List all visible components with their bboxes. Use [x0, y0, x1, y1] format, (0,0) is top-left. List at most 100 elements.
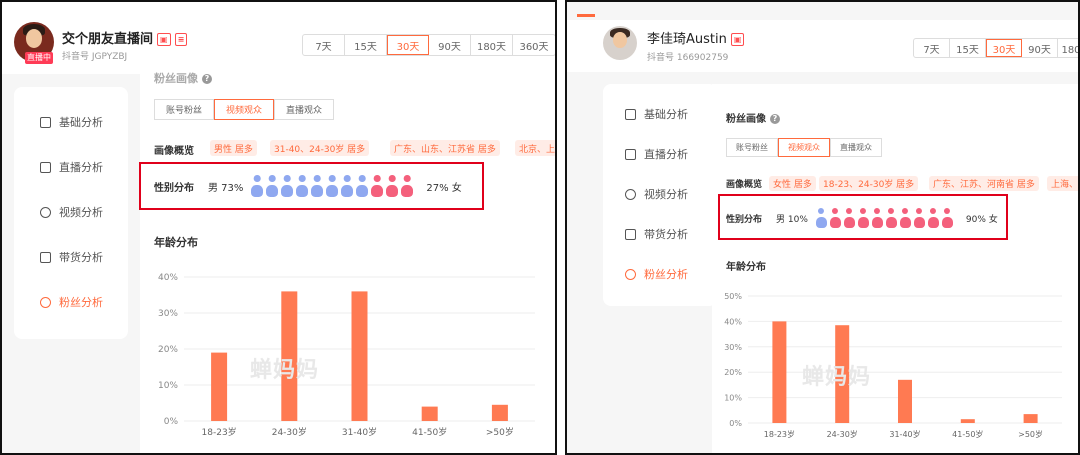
live-icon	[625, 148, 636, 160]
bar-18-23岁	[211, 352, 228, 421]
y-tick-label: 30%	[724, 343, 742, 352]
y-tick-label: 10%	[724, 394, 742, 403]
x-tick-label: 31-40岁	[342, 426, 377, 438]
sidebar-item-3[interactable]: 带货分析	[625, 226, 688, 242]
section-title: 粉丝画像?	[726, 110, 780, 125]
tab-0[interactable]: 账号粉丝	[154, 99, 214, 120]
x-tick-label: 41-50岁	[412, 426, 447, 438]
person-icon	[311, 175, 324, 197]
overview-pill-1: 18-23、24-30岁 居多	[819, 176, 919, 191]
sidebar-item-2[interactable]: 视频分析	[625, 186, 688, 202]
section-title-text: 粉丝画像	[726, 114, 766, 125]
gender-distribution: 性别分布 男 73% 27% 女	[154, 175, 462, 197]
audience-tabs: 账号粉丝 视频观众 直播观众	[726, 138, 882, 157]
range-0-button[interactable]: 7天	[914, 39, 950, 57]
y-tick-label: 20%	[724, 368, 742, 377]
y-tick-label: 30%	[158, 309, 178, 319]
section-title-text: 粉丝画像	[154, 72, 198, 85]
range-3-button[interactable]: 90天	[429, 35, 471, 55]
person-icon	[371, 175, 384, 197]
gender-label: 性别分布	[726, 214, 763, 225]
sidebar-item-label: 粉丝分析	[644, 268, 688, 281]
person-icon	[913, 208, 925, 228]
x-tick-label: 24-30岁	[827, 429, 858, 439]
sidebar-item-3[interactable]: 带货分析	[40, 249, 103, 265]
bar->50岁	[1023, 414, 1038, 423]
sidebar-item-1[interactable]: 直播分析	[40, 159, 103, 175]
help-icon[interactable]: ?	[202, 74, 212, 84]
sidebar-item-2[interactable]: 视频分析	[40, 204, 103, 220]
bar->50岁	[491, 404, 508, 421]
sidebar-item-label: 粉丝分析	[59, 296, 103, 309]
range-1-button[interactable]: 15天	[345, 35, 387, 55]
watermark: 蝉妈妈	[250, 358, 320, 383]
person-icon	[843, 208, 855, 228]
range-2-button[interactable]: 30天	[387, 35, 429, 55]
fan-analysis-content: 粉丝画像? 账号粉丝 视频观众 直播观众 画像概览 女性 居多 18-23、24-30…	[712, 84, 1078, 453]
person-icon	[266, 175, 279, 197]
range-5-button[interactable]: 360天	[513, 35, 555, 55]
section-title: 粉丝画像?	[154, 70, 212, 86]
person-icon	[927, 208, 939, 228]
range-0-button[interactable]: 7天	[303, 35, 345, 55]
bar-31-40岁	[898, 379, 912, 423]
audience-tabs: 账号粉丝 视频观众 直播观众	[154, 99, 334, 120]
sidebar: 基础分析直播分析视频分析带货分析粉丝分析	[603, 84, 717, 306]
sidebar-item-0[interactable]: 基础分析	[40, 114, 103, 130]
time-range-selector[interactable]: 7天 15天 30天 90天 180天 360天	[302, 34, 555, 56]
x-tick-label: >50岁	[1018, 429, 1043, 439]
sidebar-item-label: 基础分析	[59, 116, 103, 129]
x-tick-label: 41-50岁	[952, 429, 983, 439]
person-icon	[296, 175, 309, 197]
range-2-button[interactable]: 30天	[986, 39, 1022, 57]
x-tick-label: 18-23岁	[202, 426, 237, 438]
active-tab-indicator	[577, 14, 595, 17]
sidebar-item-0[interactable]: 基础分析	[625, 106, 688, 122]
sidebar-item-4[interactable]: 粉丝分析	[40, 294, 103, 310]
fan-analysis-content: 粉丝画像? 账号粉丝 视频观众 直播观众 画像概览 男性 居多 31-40、24-30…	[140, 72, 555, 453]
range-1-button[interactable]: 15天	[950, 39, 986, 57]
sidebar-item-label: 视频分析	[59, 206, 103, 219]
sidebar-item-label: 基础分析	[644, 108, 688, 121]
play-icon	[40, 206, 51, 218]
left-header: 直播中 交个朋友直播间 ▣ ≡ 抖音号 JGPYZBJ 7天 15天 30天 90天 180…	[2, 2, 555, 74]
male-percent: 男 73%	[208, 182, 244, 194]
male-percent: 男 10%	[776, 214, 808, 225]
user-icon	[625, 268, 636, 280]
tab-1[interactable]: 视频观众	[778, 138, 830, 157]
age-bar-chart: 40% 30% 20% 10% 0% 18-23岁 24-30岁 31-40岁 41-50岁 >5…	[158, 273, 535, 438]
person-icon	[941, 208, 953, 228]
tab-0[interactable]: 账号粉丝	[726, 138, 778, 157]
verified-badge-icon: ▣	[730, 33, 745, 46]
range-4-button[interactable]: 180天	[471, 35, 513, 55]
tab-2[interactable]: 直播观众	[830, 138, 882, 157]
y-tick-label: 10%	[158, 381, 178, 391]
y-tick-label: 40%	[724, 317, 742, 326]
range-3-button[interactable]: 90天	[1022, 39, 1058, 57]
person-icon	[341, 175, 354, 197]
female-percent: 90% 女	[965, 214, 998, 225]
tab-1[interactable]: 视频观众	[214, 99, 274, 120]
avatar[interactable]	[603, 26, 637, 60]
bar-41-50岁	[960, 419, 975, 423]
help-icon[interactable]: ?	[770, 114, 780, 124]
person-icon	[815, 208, 827, 228]
range-4-button[interactable]: 180天	[1058, 39, 1078, 57]
streamer-name-text: 交个朋友直播间	[62, 32, 154, 47]
gender-label: 性别分布	[154, 182, 194, 194]
person-icon	[829, 208, 841, 228]
y-tick-label: 20%	[158, 345, 178, 355]
brand-badge-icon: ≡	[174, 33, 188, 46]
overview-pill-2: 广东、江苏、河南省 居多	[929, 176, 1039, 191]
sidebar-item-1[interactable]: 直播分析	[625, 146, 688, 162]
user-icon	[40, 296, 51, 308]
watermark: 蝉妈妈	[802, 365, 872, 390]
streamer-name: 李佳琦Austin ▣	[647, 28, 745, 47]
live-badge: 直播中	[25, 52, 53, 64]
sidebar-item-label: 带货分析	[644, 228, 688, 241]
time-range-selector[interactable]: 7天15天30天90天180天	[913, 38, 1078, 58]
sidebar-item-4[interactable]: 粉丝分析	[625, 266, 688, 282]
person-icon	[401, 175, 414, 197]
tab-2[interactable]: 直播观众	[274, 99, 334, 120]
y-tick-label: 40%	[158, 273, 178, 283]
